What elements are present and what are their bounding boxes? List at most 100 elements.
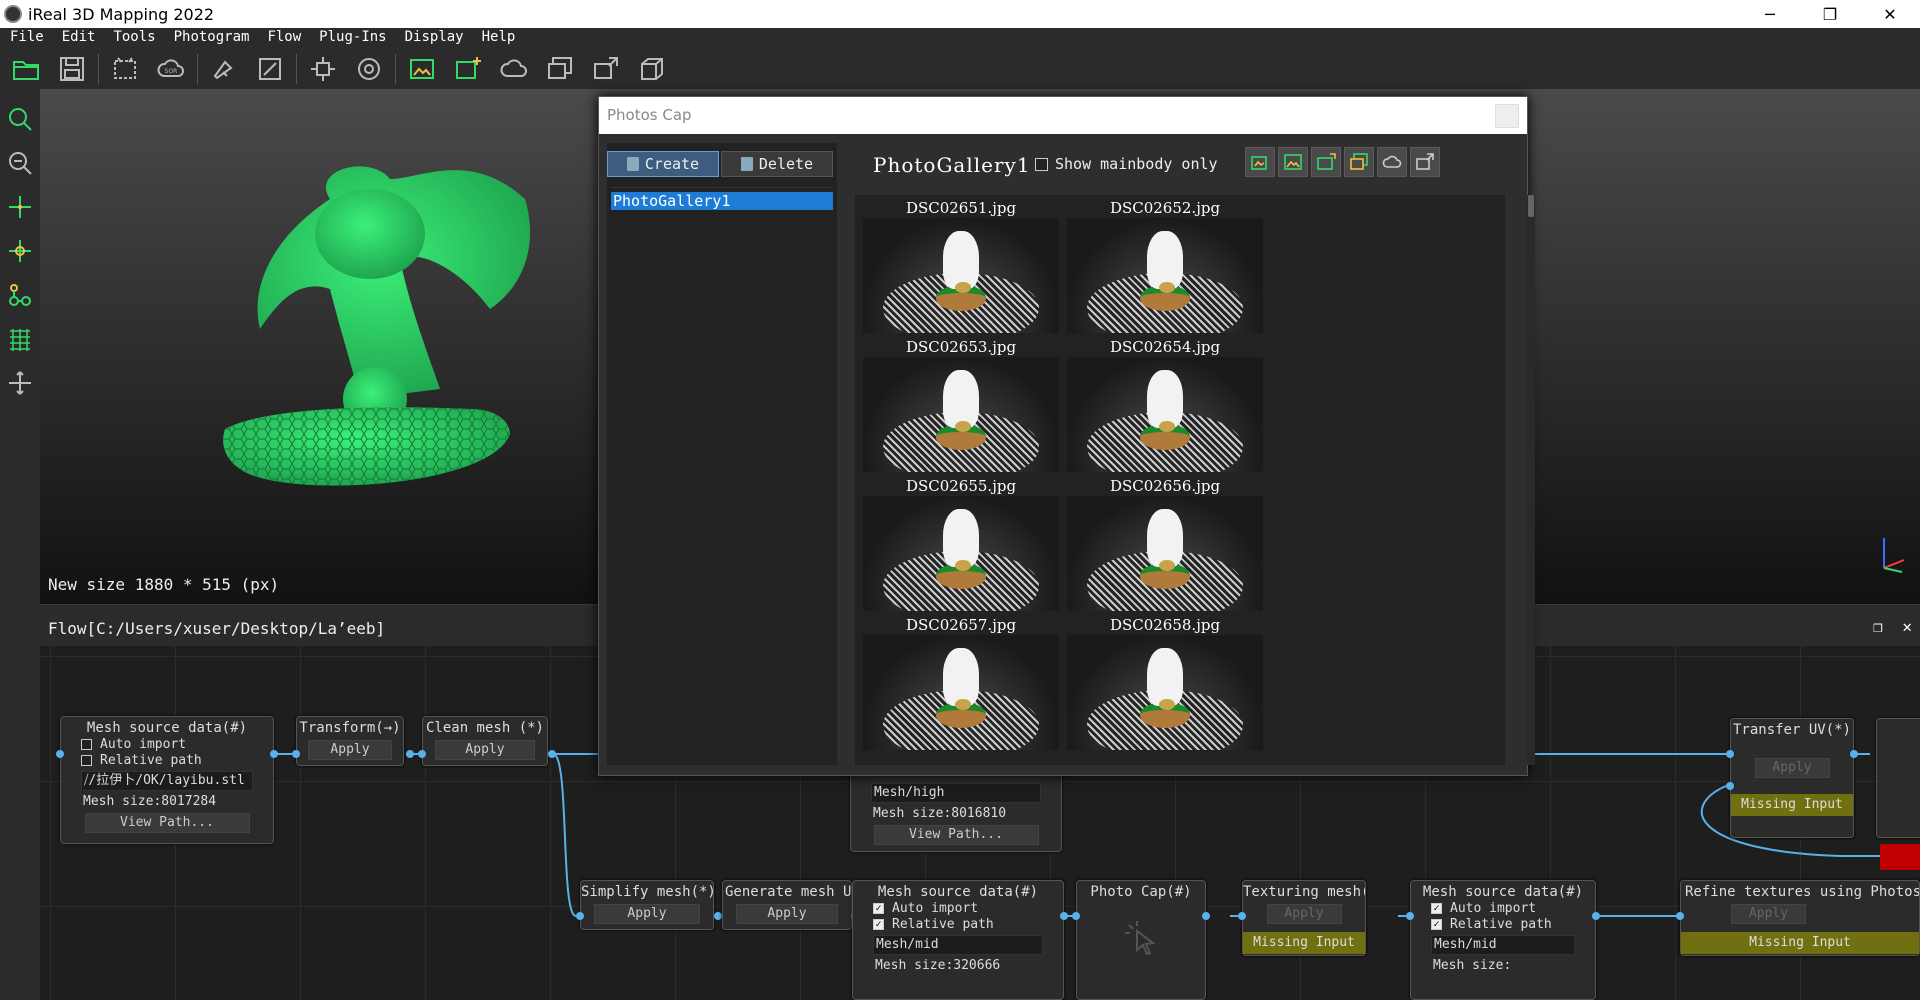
node-graph-icon[interactable] xyxy=(4,279,36,311)
photo-sync-icon[interactable] xyxy=(590,53,622,85)
add-photo-icon[interactable] xyxy=(1245,147,1275,177)
photo-refresh-icon[interactable] xyxy=(1344,147,1374,177)
paint-icon[interactable] xyxy=(208,53,240,85)
output-port[interactable] xyxy=(1060,912,1068,920)
input-port[interactable] xyxy=(1726,782,1734,790)
mesh-path-field[interactable]: Mesh/mid xyxy=(873,935,1043,955)
checkbox[interactable] xyxy=(81,755,92,766)
output-port[interactable] xyxy=(1850,750,1858,758)
apply-button[interactable]: Apply xyxy=(435,740,535,760)
view-path-button[interactable]: View Path... xyxy=(873,825,1039,845)
mesh-source-node[interactable]: Mesh source data(#) Auto import Relative… xyxy=(60,716,274,844)
partial-node[interactable] xyxy=(1876,718,1920,838)
texture-box-icon[interactable] xyxy=(636,53,668,85)
input-port[interactable] xyxy=(56,750,64,758)
menu-plug-ins[interactable]: Plug-Ins xyxy=(310,28,395,49)
dialog-close-button[interactable] xyxy=(1495,104,1519,128)
output-port[interactable] xyxy=(714,912,722,920)
zoom-fit-icon[interactable] xyxy=(4,147,36,179)
cloud-icon[interactable] xyxy=(1377,147,1407,177)
input-port[interactable] xyxy=(292,750,300,758)
input-port[interactable] xyxy=(576,912,584,920)
transform-icon[interactable] xyxy=(307,53,339,85)
apply-button[interactable]: Apply xyxy=(307,740,393,760)
clean-mesh-node[interactable]: Clean mesh (*) Apply xyxy=(422,716,548,766)
relative-path-option[interactable]: Relative path xyxy=(61,752,273,768)
menu-file[interactable]: File xyxy=(0,28,53,49)
relative-path-option[interactable]: ✓ Relative path xyxy=(1411,916,1595,932)
axis-center-icon[interactable] xyxy=(4,235,36,267)
apply-button[interactable]: Apply xyxy=(735,904,839,924)
minimize-button[interactable]: ─ xyxy=(1740,0,1800,28)
menu-help[interactable]: Help xyxy=(473,28,525,49)
texturing-mesh-node[interactable]: Texturing mesh(*) Apply Missing Input xyxy=(1242,880,1366,956)
transfer-uv-node[interactable]: Transfer UV(*) Apply Missing Input xyxy=(1730,718,1854,838)
gallery-list-item[interactable]: PhotoGallery1 xyxy=(611,192,833,210)
transform-node[interactable]: Transform(→) Apply xyxy=(296,716,404,766)
create-button[interactable]: Create xyxy=(607,151,719,177)
maximize-button[interactable]: ❐ xyxy=(1800,0,1860,28)
checkbox[interactable] xyxy=(81,739,92,750)
input-port[interactable] xyxy=(1238,912,1246,920)
auto-import-option[interactable]: ✓ Auto import xyxy=(1411,900,1595,916)
open-folder-icon[interactable] xyxy=(10,53,42,85)
menu-display[interactable]: Display xyxy=(396,28,473,49)
photo-thumbnail[interactable]: DSC02652.jpg xyxy=(1067,199,1263,338)
simplify-mesh-node[interactable]: Simplify mesh(*) Apply xyxy=(580,880,714,930)
save-icon[interactable] xyxy=(56,53,88,85)
close-button[interactable]: ✕ xyxy=(1860,0,1920,28)
photo-thumbnail[interactable]: DSC02658.jpg xyxy=(1067,616,1263,755)
photo-grid[interactable]: DSC02651.jpg DSC02652.jpg DSC02653.jpg D… xyxy=(855,195,1505,765)
photo-cap-node[interactable]: Photo Cap(#) xyxy=(1076,880,1206,1000)
photo-grid-scrollbar[interactable] xyxy=(1527,195,1535,765)
input-port[interactable] xyxy=(418,750,426,758)
photo-gallery-icon[interactable] xyxy=(406,53,438,85)
output-port[interactable] xyxy=(270,750,278,758)
apply-button[interactable]: Apply xyxy=(1266,904,1342,924)
zoom-icon[interactable] xyxy=(4,103,36,135)
mesh-path-field[interactable]: Mesh/mid xyxy=(1431,935,1575,955)
generate-mesh-uv-node[interactable]: Generate mesh UV(*) Apply xyxy=(722,880,852,930)
close-panel-button[interactable]: ✕ xyxy=(1902,617,1912,636)
auto-import-option[interactable]: Auto import xyxy=(61,736,273,752)
relative-path-option[interactable]: ✓ Relative path xyxy=(853,916,1063,932)
checkbox-checked[interactable]: ✓ xyxy=(1431,919,1442,930)
grid-icon[interactable] xyxy=(4,323,36,355)
photo-thumbnail[interactable]: DSC02655.jpg xyxy=(863,477,1059,616)
apply-button[interactable]: Apply xyxy=(594,904,700,924)
move-icon[interactable] xyxy=(4,367,36,399)
input-port[interactable] xyxy=(1072,912,1080,920)
menu-edit[interactable]: Edit xyxy=(53,28,105,49)
scrollbar-thumb[interactable] xyxy=(1528,195,1534,217)
output-port[interactable] xyxy=(1202,912,1210,920)
delete-button[interactable]: Delete xyxy=(721,151,833,177)
menu-tools[interactable]: Tools xyxy=(104,28,164,49)
photo-settings-icon[interactable] xyxy=(1410,147,1440,177)
edit-mesh-icon[interactable] xyxy=(254,53,286,85)
mesh-source-mid-node[interactable]: Mesh source data(#) ✓ Auto import ✓ Relati… xyxy=(852,880,1064,1000)
apply-button[interactable]: Apply xyxy=(1731,904,1806,924)
sor-cloud-icon[interactable]: SOR xyxy=(155,53,187,85)
checkbox[interactable] xyxy=(1035,157,1048,171)
target-icon[interactable] xyxy=(353,53,385,85)
mesh-path-field[interactable]: ⧸/拉伊卜/OK/layibu.stl xyxy=(81,771,253,791)
float-panel-button[interactable]: ❐ xyxy=(1873,617,1883,636)
cloud-icon[interactable] xyxy=(498,53,530,85)
mesh-source-node-3[interactable]: Mesh source data(#) ✓ Auto import ✓ Relati… xyxy=(1410,880,1596,1000)
photo-gallery-icon[interactable] xyxy=(1278,147,1308,177)
input-port[interactable] xyxy=(1406,912,1414,920)
mesh-path-field[interactable]: Mesh/high xyxy=(871,783,1041,803)
photo-thumbnail[interactable]: DSC02651.jpg xyxy=(863,199,1059,338)
input-port[interactable] xyxy=(1726,750,1734,758)
camera-sync-icon[interactable] xyxy=(1311,147,1341,177)
input-port[interactable] xyxy=(1676,912,1684,920)
menu-photogram[interactable]: Photogram xyxy=(165,28,259,49)
refine-textures-node[interactable]: Refine textures using Photos Apply Missi… xyxy=(1680,880,1920,956)
select-region-icon[interactable] xyxy=(109,53,141,85)
photo-thumbnail[interactable]: DSC02657.jpg xyxy=(863,616,1059,755)
output-port[interactable] xyxy=(1592,912,1600,920)
photo-stack-icon[interactable] xyxy=(544,53,576,85)
photo-thumbnail[interactable]: DSC02654.jpg xyxy=(1067,338,1263,477)
output-port[interactable] xyxy=(548,750,556,758)
view-path-button[interactable]: View Path... xyxy=(84,813,250,833)
